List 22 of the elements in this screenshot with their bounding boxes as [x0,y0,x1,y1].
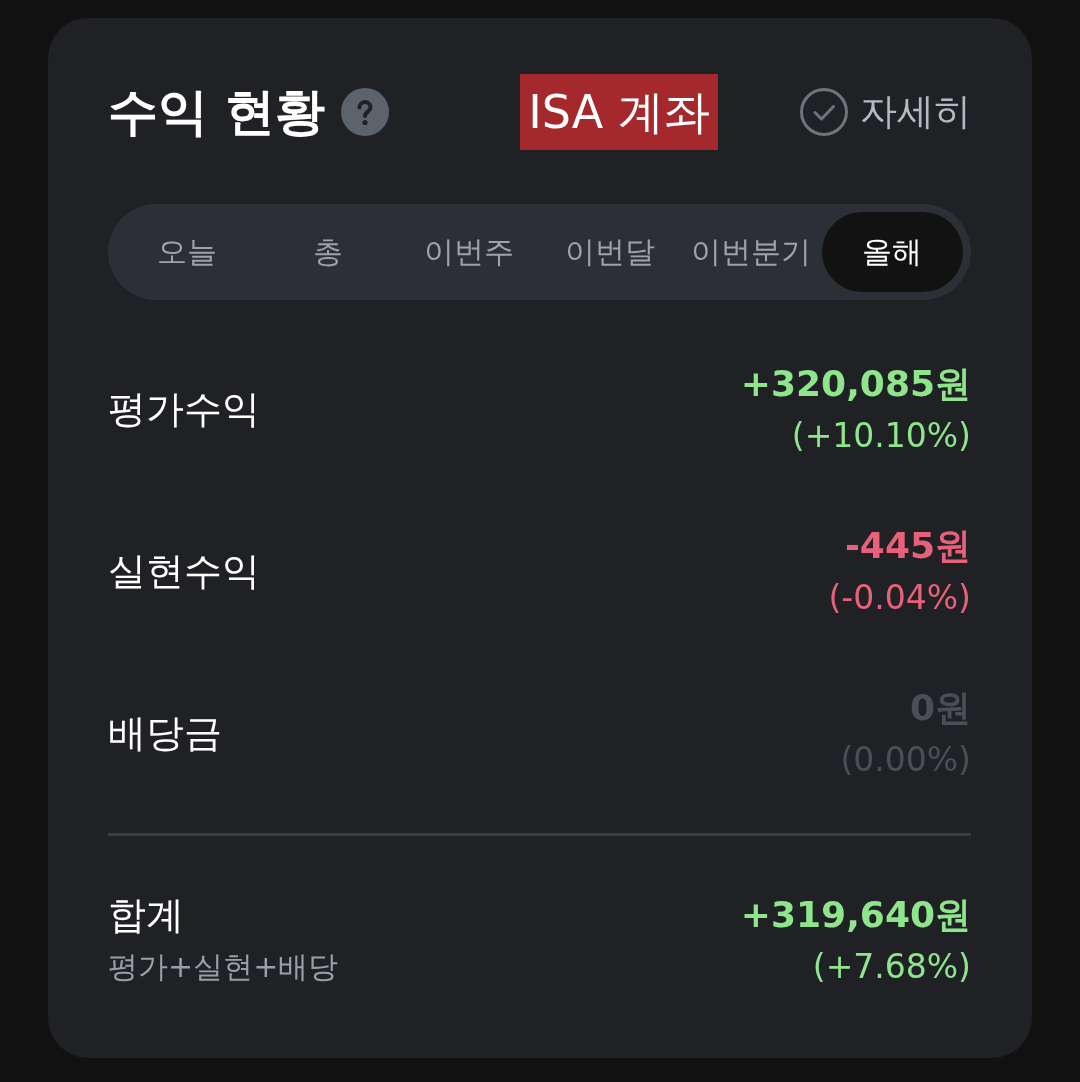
row-label: 실현수익 [108,548,260,595]
period-tab[interactable]: 총 [257,212,399,292]
period-tab[interactable]: 이번주 [398,212,540,292]
rate-value: (-0.04%) [828,577,971,619]
account-label: ISA 계좌 [520,74,718,150]
total-formula: 평가+실현+배당 [108,948,339,986]
total-rate: (+7.68%) [812,946,971,988]
total-label: 합계 [108,892,185,939]
row-label: 배당금 [108,710,222,757]
check-circle-icon [800,88,848,136]
rate-value: (+10.10%) [791,415,971,457]
period-tab[interactable]: 이번달 [539,212,681,292]
help-icon[interactable] [341,88,390,136]
period-tab[interactable]: 오늘 [116,212,258,292]
section-title: 수익 현황 [108,82,326,142]
amount-value: -445원 [844,524,971,568]
detail-button[interactable]: 자세히 [800,88,971,136]
row-label: 평가수익 [108,386,260,433]
total-amount: +319,640원 [740,893,971,937]
period-tab[interactable]: 이번분기 [680,212,822,292]
amount-value: +320,085원 [740,362,971,406]
period-tab[interactable]: 올해 [821,212,963,292]
